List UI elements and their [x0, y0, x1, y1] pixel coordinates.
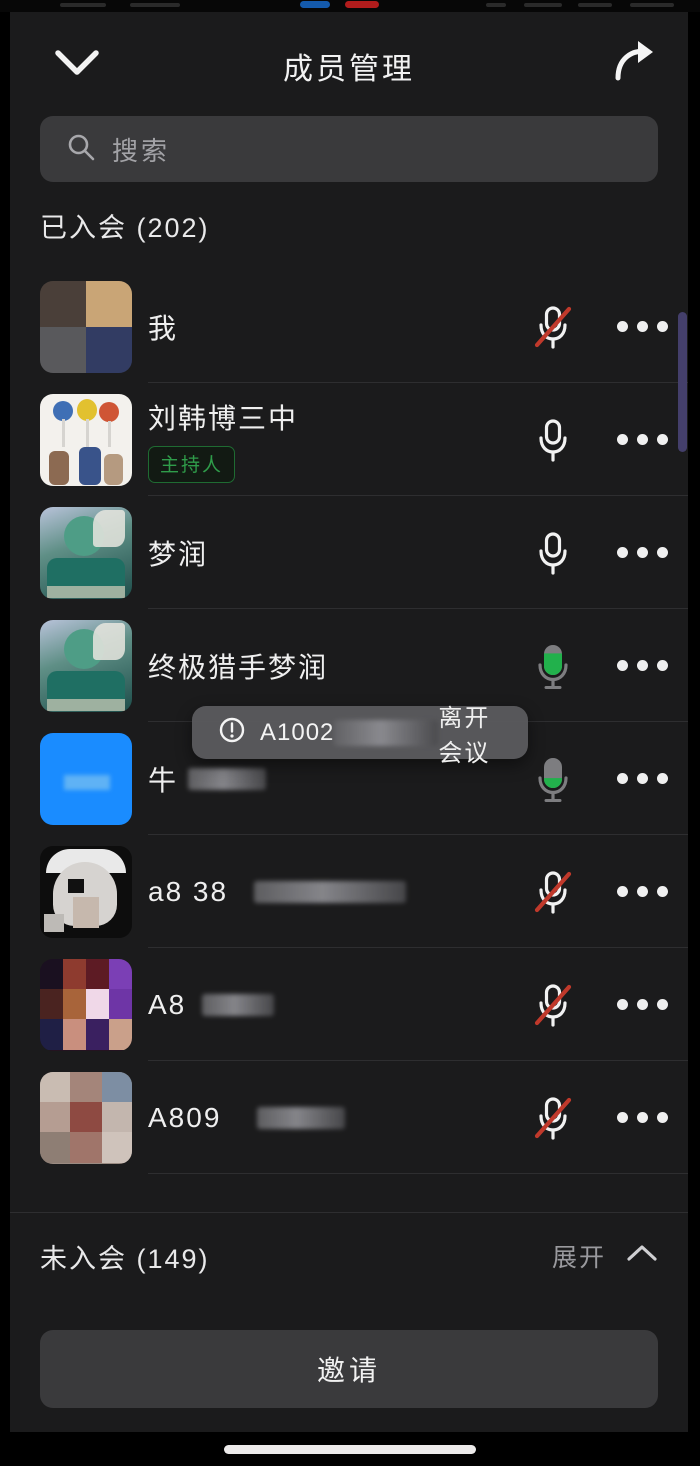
- member-name-text: 牛: [148, 764, 179, 796]
- table-row[interactable]: 刘韩博三中 主持人: [10, 383, 688, 496]
- mic-unmuted-icon[interactable]: [510, 416, 596, 464]
- member-names: 梦润: [148, 533, 510, 573]
- avatar: [40, 393, 132, 486]
- redacted-text: [254, 880, 407, 903]
- phone-screen: 成员管理 搜索 已入会 (202) 我 刘韩博三中 主持人 梦润 终极猎手梦润 …: [0, 0, 700, 1466]
- more-dots-icon[interactable]: [596, 1112, 688, 1123]
- more-dots-icon[interactable]: [596, 999, 688, 1010]
- toast-user: A1002: [260, 718, 439, 747]
- member-name: A809: [148, 1102, 510, 1134]
- mic-unmuted-icon[interactable]: [510, 529, 596, 577]
- avatar: [40, 732, 132, 825]
- member-names: 刘韩博三中 主持人: [148, 397, 510, 483]
- search-input[interactable]: 搜索: [40, 116, 658, 182]
- table-row[interactable]: 梦润: [10, 496, 688, 609]
- member-names: A809: [148, 1102, 510, 1134]
- status-bar-item: [630, 3, 674, 7]
- home-bar-area: [0, 1432, 700, 1466]
- status-bar-badge-blue: [300, 1, 330, 8]
- app-surface: 成员管理 搜索 已入会 (202) 我 刘韩博三中 主持人 梦润 终极猎手梦润 …: [10, 12, 688, 1432]
- expand-label[interactable]: 展开: [552, 1238, 606, 1274]
- status-bar: [0, 0, 700, 12]
- redacted-text: [257, 1106, 346, 1129]
- toast-notification: A1002 离开会议: [192, 705, 528, 767]
- member-name: 刘韩博三中: [148, 402, 299, 434]
- toast-user-text: A1002: [260, 718, 335, 746]
- row-divider: [148, 1173, 688, 1174]
- mic-speaking-icon[interactable]: [510, 755, 596, 803]
- member-name-text: A8: [148, 988, 187, 1020]
- page-title: 成员管理: [283, 53, 415, 86]
- member-names: a8 38: [148, 876, 510, 908]
- member-names: A8: [148, 989, 510, 1021]
- avatar: [40, 845, 132, 938]
- member-name: 梦润: [148, 538, 209, 570]
- scrollbar-thumb[interactable]: [678, 312, 687, 452]
- avatar: [40, 958, 132, 1051]
- member-name: a8 38: [148, 876, 510, 908]
- member-name-text: A809: [148, 1101, 222, 1133]
- exclamation-circle-icon: [218, 716, 246, 749]
- mic-muted-icon[interactable]: [510, 981, 596, 1029]
- mic-muted-icon[interactable]: [510, 1094, 596, 1142]
- status-bar-item: [60, 3, 106, 7]
- app-header: 成员管理: [10, 12, 688, 106]
- avatar: [40, 280, 132, 373]
- not-joined-section[interactable]: 未入会 (149) 展开: [10, 1212, 688, 1299]
- share-icon[interactable]: [608, 36, 660, 88]
- status-bar-item: [524, 3, 562, 7]
- redacted-text: [334, 719, 439, 746]
- more-dots-icon[interactable]: [596, 321, 688, 332]
- redacted-text: [202, 993, 275, 1016]
- avatar: [40, 506, 132, 599]
- avatar: [40, 619, 132, 712]
- status-bar-item: [486, 3, 506, 7]
- member-names: 我: [148, 307, 510, 347]
- more-dots-icon[interactable]: [596, 547, 688, 558]
- table-row[interactable]: A809: [10, 1061, 688, 1174]
- avatar: [40, 1071, 132, 1164]
- chevron-up-icon[interactable]: [624, 1242, 660, 1271]
- member-name-text: a8 38: [148, 875, 229, 907]
- member-names: 终极猎手梦润: [148, 646, 510, 686]
- more-dots-icon[interactable]: [596, 886, 688, 897]
- mic-muted-icon[interactable]: [510, 303, 596, 351]
- member-name: 终极猎手梦润: [148, 651, 329, 683]
- status-badge: 主持人: [148, 445, 236, 483]
- invite-button[interactable]: 邀请: [40, 1330, 658, 1408]
- more-dots-icon[interactable]: [596, 660, 688, 671]
- table-row[interactable]: 我: [10, 270, 688, 383]
- more-dots-icon[interactable]: [596, 434, 688, 445]
- table-row[interactable]: a8 38: [10, 835, 688, 948]
- not-joined-title: 未入会 (149): [40, 1243, 210, 1274]
- member-name: A8: [148, 989, 510, 1021]
- toast-action: 离开会议: [438, 704, 491, 767]
- search-placeholder: 搜索: [112, 135, 171, 166]
- more-dots-icon[interactable]: [596, 773, 688, 784]
- mic-muted-icon[interactable]: [510, 868, 596, 916]
- joined-section-title: 已入会 (202): [40, 213, 210, 243]
- member-name: 我: [148, 312, 179, 344]
- home-indicator[interactable]: [224, 1445, 476, 1454]
- mic-speaking-icon[interactable]: [510, 642, 596, 690]
- search-icon: [66, 132, 96, 167]
- table-row[interactable]: A8: [10, 948, 688, 1061]
- status-bar-item: [578, 3, 612, 7]
- status-bar-badge-red: [345, 1, 379, 8]
- redacted-text: [188, 767, 267, 790]
- status-bar-item: [130, 3, 180, 7]
